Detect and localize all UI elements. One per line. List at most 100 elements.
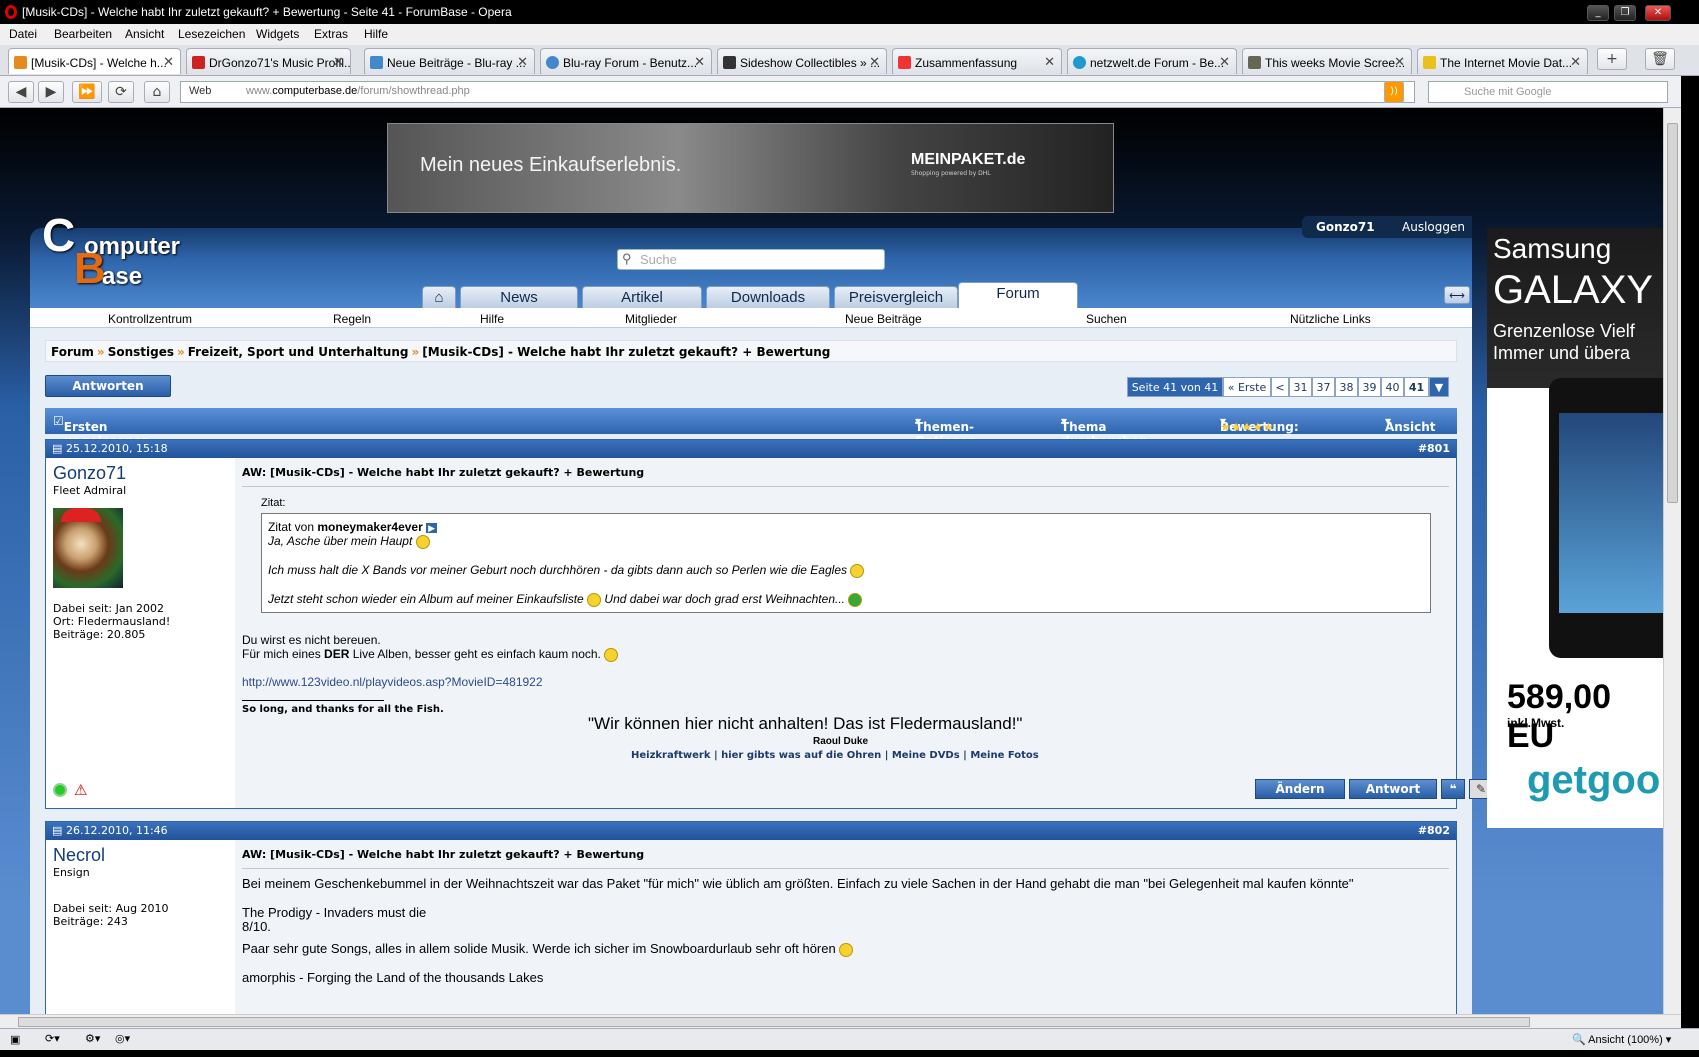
menu-lesezeichen[interactable]: Lesezeichen	[178, 27, 245, 41]
nav-artikel[interactable]: Artikel	[582, 286, 702, 308]
tab-drgonzo[interactable]: DrGonzo71's Music Profil... ✕	[186, 48, 351, 74]
tab-close-icon[interactable]: ✕	[517, 54, 528, 70]
forward-button[interactable]: ▶	[38, 81, 64, 103]
tab-movie-screens[interactable]: This weeks Movie Scree... ✕	[1242, 48, 1412, 74]
report-icon[interactable]: ⚠	[74, 781, 87, 799]
minimize-button[interactable]: _	[1587, 5, 1609, 21]
first-unread-link[interactable]: ☑ Ersten ungelesenen Beitrag anzeigen	[53, 414, 150, 476]
fast-forward-button[interactable]: ⏩	[72, 81, 102, 103]
thread-rating-menu[interactable]: Bewertung: ★★★★★ ▾	[1220, 414, 1299, 434]
menu-hilfe[interactable]: Hilfe	[364, 27, 388, 41]
thread-search-menu[interactable]: Thema durchsuchen ▾	[1061, 414, 1148, 448]
sig-link[interactable]: hier gibts was auf die Ohren	[721, 750, 881, 761]
menu-bearbeiten[interactable]: Bearbeiten	[54, 27, 112, 41]
page-link[interactable]: 40	[1381, 377, 1404, 397]
post-username[interactable]: Gonzo71	[53, 463, 126, 484]
subnav-kontrollzentrum[interactable]: Kontrollzentrum	[108, 312, 192, 326]
page-first[interactable]: « Erste	[1223, 377, 1271, 397]
thread-options-menu[interactable]: Themen-Optionen ▾	[915, 414, 977, 448]
trash-icon[interactable]: 🗑	[1645, 48, 1675, 70]
page-link[interactable]: 39	[1358, 377, 1381, 397]
tab-bluray-forum[interactable]: Blu-ray Forum - Benutz... ✕	[540, 48, 712, 74]
home-tab[interactable]: ⌂	[422, 286, 456, 308]
reply-button[interactable]: Antworten	[45, 375, 171, 397]
samsung-ad[interactable]: Samsung GALAXY Grenzenlose Vielf Immer u…	[1487, 228, 1663, 828]
menu-ansicht[interactable]: Ansicht	[125, 27, 164, 41]
google-search-field[interactable]: Suche mit Google	[1428, 81, 1668, 103]
tab-label: Zusammenfassung	[915, 56, 1018, 70]
tab-musik-cds[interactable]: [Musik-CDs] - Welche h... ✕	[8, 48, 181, 74]
subnav-neue-beitraege[interactable]: Neue Beiträge	[845, 312, 922, 326]
page-link[interactable]: 31	[1289, 377, 1312, 397]
expand-icon[interactable]: ⟷	[1444, 286, 1470, 304]
tab-close-icon[interactable]: ✕	[694, 54, 705, 70]
tab-close-icon[interactable]: ✕	[1394, 54, 1405, 70]
nav-preisvergleich[interactable]: Preisvergleich	[834, 286, 958, 308]
tab-close-icon[interactable]: ✕	[869, 54, 880, 70]
unite-icon[interactable]: ⚙▾	[85, 1032, 100, 1045]
subnav-nuetzliche-links[interactable]: Nützliche Links	[1290, 312, 1371, 326]
post-username[interactable]: Necrol	[53, 845, 105, 866]
subnav-suchen[interactable]: Suchen	[1086, 312, 1127, 326]
logout-link[interactable]: Ausloggen	[1402, 220, 1465, 234]
page-prev[interactable]: <	[1271, 377, 1289, 397]
tab-imdb[interactable]: The Internet Movie Dat... ✕	[1417, 48, 1588, 74]
home-button[interactable]: ⌂	[144, 81, 170, 103]
nav-news[interactable]: News	[460, 286, 578, 308]
scroll-thumb[interactable]	[1667, 123, 1678, 503]
ad-banner[interactable]: Mein neues Einkaufserlebnis. MEINPAKET.d…	[387, 123, 1114, 213]
page-menu-icon[interactable]: ▼	[1429, 377, 1449, 397]
subnav-mitglieder[interactable]: Mitglieder	[625, 312, 677, 326]
close-button[interactable]: ✕	[1645, 5, 1671, 21]
tab-close-icon[interactable]: ✕	[333, 54, 344, 70]
reply-post-button[interactable]: Antwort	[1349, 779, 1437, 799]
page-link[interactable]: 38	[1335, 377, 1358, 397]
breadcrumb-forum[interactable]: Forum	[51, 345, 94, 359]
tab-close-icon[interactable]: ✕	[1219, 54, 1230, 70]
sig-link[interactable]: Meine Fotos	[970, 750, 1038, 761]
thread-view-menu[interactable]: Ansicht ▾	[1385, 414, 1435, 434]
post-number[interactable]: #802	[1418, 824, 1450, 837]
post-number[interactable]: #801	[1418, 442, 1450, 455]
tab-netzwelt[interactable]: netzwelt.de Forum - Be... ✕	[1067, 48, 1237, 74]
turbo-icon[interactable]: ◎▾	[115, 1032, 130, 1045]
maximize-button[interactable]: ❐	[1614, 5, 1636, 21]
video-link[interactable]: http://www.123video.nl/playvideos.asp?Mo…	[242, 675, 543, 689]
menu-widgets[interactable]: Widgets	[256, 27, 299, 41]
quote-post-icon[interactable]: ❝	[1441, 779, 1465, 799]
panel-toggle-icon[interactable]: ▣	[10, 1033, 20, 1046]
site-search-input[interactable]: ⚲ Suche	[617, 249, 885, 270]
subnav-regeln[interactable]: Regeln	[333, 312, 371, 326]
username-link[interactable]: Gonzo71	[1316, 220, 1375, 234]
url-field[interactable]: Web www.computerbase.de/forum/showthread…	[180, 81, 1415, 103]
tab-close-icon[interactable]: ✕	[163, 54, 174, 70]
edit-post-button[interactable]: Ändern	[1255, 779, 1345, 799]
sig-link[interactable]: Meine DVDs	[892, 750, 960, 761]
zoom-control[interactable]: 🔍 Ansicht (100%) ▾	[1572, 1033, 1671, 1046]
reload-button[interactable]: ⟳	[108, 81, 134, 103]
tab-zusammenfassung[interactable]: Zusammenfassung ✕	[892, 48, 1062, 74]
scroll-thumb[interactable]	[18, 1017, 1530, 1027]
tab-close-icon[interactable]: ✕	[1044, 54, 1055, 70]
post-user-joined: Dabei seit: Aug 2010	[53, 902, 169, 915]
tab-sideshow[interactable]: Sideshow Collectibles » ... ✕	[717, 48, 887, 74]
page-link[interactable]: 37	[1312, 377, 1335, 397]
nav-downloads[interactable]: Downloads	[706, 286, 830, 308]
back-button[interactable]: ◀	[8, 81, 34, 103]
tab-close-icon[interactable]: ✕	[1570, 54, 1581, 70]
menu-datei[interactable]: Datei	[9, 27, 37, 41]
subnav-hilfe[interactable]: Hilfe	[480, 312, 504, 326]
sig-link[interactable]: Heizkraftwerk	[631, 750, 710, 761]
menu-bar: Datei Bearbeiten Ansicht Lesezeichen Wid…	[0, 24, 1699, 45]
new-tab-button[interactable]: +	[1597, 48, 1627, 70]
breadcrumb-freizeit[interactable]: Freizeit, Sport und Unterhaltung	[188, 345, 409, 359]
horizontal-scrollbar[interactable]	[0, 1014, 1681, 1028]
rss-icon[interactable]: ))	[1384, 81, 1404, 103]
nav-forum[interactable]: Forum	[958, 282, 1078, 308]
vertical-scrollbar[interactable]	[1663, 108, 1681, 1014]
menu-extras[interactable]: Extras	[314, 27, 348, 41]
tab-neue-beitraege[interactable]: Neue Beiträge - Blu-ray ... ✕	[364, 48, 535, 74]
sync-icon[interactable]: ⟳▾	[45, 1032, 60, 1045]
breadcrumb-sonstiges[interactable]: Sonstiges	[108, 345, 174, 359]
view-post-icon[interactable]: ▶	[426, 523, 438, 533]
